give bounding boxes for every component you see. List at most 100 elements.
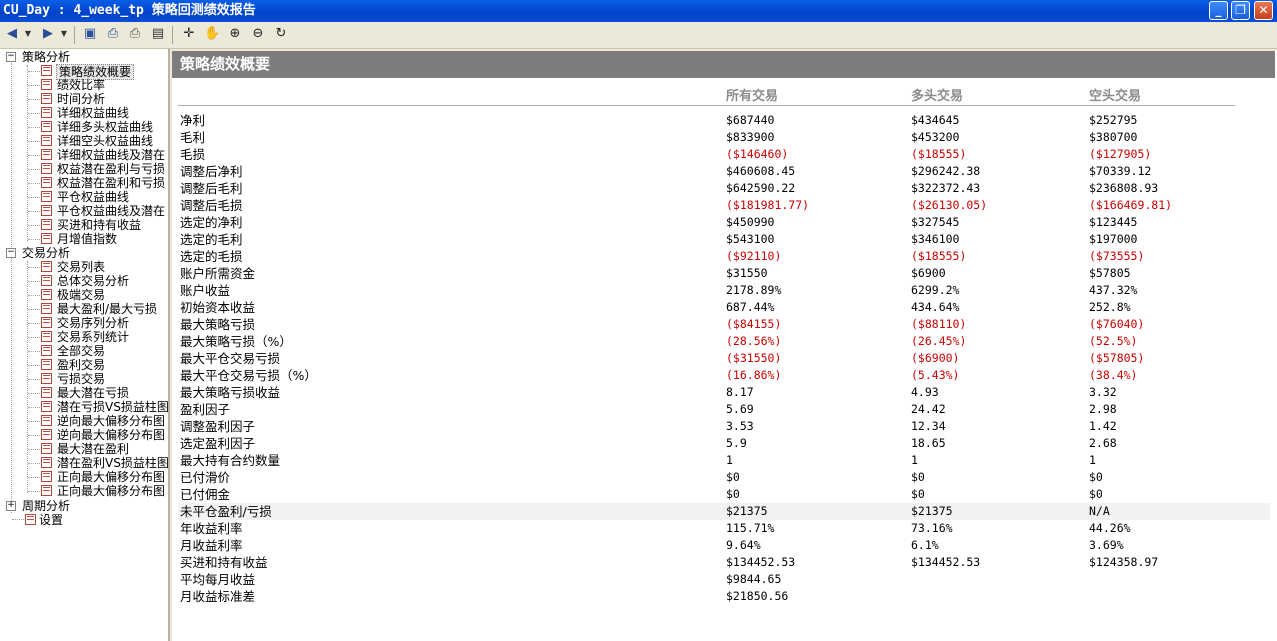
- tree-item-monthly-value-index[interactable]: 月增值指数: [57, 232, 117, 246]
- metric-value-all: 5.69: [726, 402, 754, 416]
- chart-icon: [41, 135, 52, 146]
- expand-icon[interactable]: +: [6, 501, 16, 511]
- metric-label: 最大平仓交易亏损: [180, 351, 281, 366]
- metric-label: 选定的毛损: [180, 249, 243, 264]
- tree-node-strategy-analysis[interactable]: 策略分析: [22, 50, 70, 64]
- tree-item-performance-ratio[interactable]: 绩效比率: [57, 78, 105, 92]
- metric-value-short: (38.4%): [1089, 368, 1138, 382]
- tree-node-settings[interactable]: 设置: [39, 513, 63, 527]
- metric-value-all: ($146460): [726, 147, 789, 161]
- close-button[interactable]: ✕: [1254, 1, 1273, 20]
- metric-value-short: $380700: [1089, 130, 1138, 144]
- chart-icon: [41, 205, 52, 216]
- metric-value-long: $6900: [911, 266, 946, 280]
- metric-value-long: (5.43%): [911, 368, 960, 382]
- tree-item-closed-equity-curve[interactable]: 平仓权益曲线: [57, 190, 129, 204]
- tree-item-winning-trades[interactable]: 盈利交易: [57, 358, 105, 372]
- metric-value-short: 44.26%: [1089, 521, 1131, 535]
- forward-dropdown-icon[interactable]: ▼: [56, 26, 72, 42]
- metric-value-short: $0: [1089, 487, 1103, 501]
- metric-value-all: 1: [726, 453, 733, 467]
- metric-value-short: ($127905): [1089, 147, 1152, 161]
- forward-icon[interactable]: ▶: [40, 26, 56, 42]
- tree-node-period-analysis[interactable]: 周期分析: [22, 499, 70, 513]
- zoom-in-icon[interactable]: ⊕: [227, 26, 243, 42]
- chart-icon: [41, 149, 52, 160]
- tree-item-trade-sequence-analysis[interactable]: 交易序列分析: [57, 316, 129, 330]
- tree-item-buy-and-hold-return[interactable]: 买进和持有收益: [57, 218, 141, 232]
- metric-value-short: $70339.12: [1089, 164, 1152, 178]
- metric-value-short: 2.98: [1089, 402, 1117, 416]
- tree-item-max-profit-max-loss[interactable]: 最大盈利/最大亏损: [57, 302, 157, 316]
- chart-icon: [41, 177, 52, 188]
- tree-item-favorable-excursion-dist-2[interactable]: 正向最大偏移分布图: [57, 484, 165, 498]
- metric-label: 最大平仓交易亏损（%）: [180, 368, 317, 383]
- metric-label: 调整后毛损: [180, 198, 243, 213]
- collapse-icon[interactable]: −: [6, 52, 16, 62]
- chart-icon: [41, 387, 52, 398]
- chart-icon: [41, 107, 52, 118]
- tree-item-max-potential-profit[interactable]: 最大潜在盈利: [57, 442, 129, 456]
- metric-value-all: ($181981.77): [726, 198, 810, 212]
- maximize-button[interactable]: ❐: [1231, 1, 1250, 20]
- metric-label: 初始资本收益: [180, 300, 256, 315]
- print-icon[interactable]: ⎙: [127, 26, 143, 42]
- chart-icon: [41, 345, 52, 356]
- tree-item-equity-potential-profit-and-loss[interactable]: 权益潜在盈利和亏损: [57, 176, 165, 190]
- chart-icon: [41, 443, 52, 454]
- metric-value-long: $134452.53: [911, 555, 981, 569]
- metric-label: 选定盈利因子: [180, 436, 256, 451]
- hand-icon[interactable]: ✋: [204, 26, 220, 42]
- metric-label: 调整盈利因子: [180, 419, 256, 434]
- tree-item-trade-list[interactable]: 交易列表: [57, 260, 105, 274]
- tree-item-equity-curve-potential[interactable]: 详细权益曲线及潜在: [57, 148, 165, 162]
- metric-value-long: $0: [911, 487, 925, 501]
- tree-item-favorable-excursion-dist-1[interactable]: 正向最大偏移分布图: [57, 470, 165, 484]
- tree-item-short-equity-curve[interactable]: 详细空头权益曲线: [57, 134, 153, 148]
- export-icon[interactable]: ▤: [150, 26, 166, 42]
- metric-value-short: 1.42: [1089, 419, 1117, 433]
- tree-item-overall-trade-analysis[interactable]: 总体交易分析: [57, 274, 129, 288]
- metric-value-all: $21850.56: [726, 589, 789, 603]
- tree-item-trade-series-stats[interactable]: 交易系列统计: [57, 330, 129, 344]
- metric-value-long: 12.34: [911, 419, 946, 433]
- refresh-icon[interactable]: ↻: [273, 26, 289, 42]
- print-preview-icon[interactable]: ⎙: [105, 26, 121, 42]
- crosshair-icon[interactable]: ✛: [181, 26, 197, 42]
- back-icon[interactable]: ◀: [4, 26, 20, 42]
- tree-item-equity-curve[interactable]: 详细权益曲线: [57, 106, 129, 120]
- tree-item-long-equity-curve[interactable]: 详细多头权益曲线: [57, 120, 153, 134]
- metric-value-short: ($57805): [1089, 351, 1145, 365]
- tree-item-potential-loss-vs-pnl[interactable]: 潜在亏损VS损益柱图: [57, 400, 168, 414]
- settings-icon: [25, 514, 36, 525]
- metric-value-long: $0: [911, 470, 925, 484]
- tree-item-max-potential-loss[interactable]: 最大潜在亏损: [57, 386, 129, 400]
- metric-value-short: $0: [1089, 470, 1103, 484]
- zoom-out-icon[interactable]: ⊖: [250, 26, 266, 42]
- minimize-button[interactable]: _: [1209, 1, 1228, 20]
- back-dropdown-icon[interactable]: ▼: [20, 26, 36, 42]
- tree-item-closed-equity-curve-potential[interactable]: 平仓权益曲线及潜在: [57, 204, 165, 218]
- tree-item-adverse-excursion-dist-2[interactable]: 逆向最大偏移分布图: [57, 428, 165, 442]
- tree-item-extreme-trades[interactable]: 极端交易: [57, 288, 105, 302]
- tree-item-all-trades[interactable]: 全部交易: [57, 344, 105, 358]
- chart-icon: [41, 191, 52, 202]
- tree-item-time-analysis[interactable]: 时间分析: [57, 92, 105, 106]
- tree-item-adverse-excursion-dist-1[interactable]: 逆向最大偏移分布图: [57, 414, 165, 428]
- metric-value-all: $450990: [726, 215, 775, 229]
- collapse-icon[interactable]: −: [6, 248, 16, 258]
- tree-item-losing-trades[interactable]: 亏损交易: [57, 372, 105, 386]
- tree-item-potential-profit-vs-pnl[interactable]: 潜在盈利VS损益柱图: [57, 456, 168, 470]
- tree-item-equity-potential-profit-loss[interactable]: 权益潜在盈利与亏损: [57, 162, 165, 176]
- metric-label: 已付滑价: [180, 470, 231, 485]
- metric-value-short: ($73555): [1089, 249, 1145, 263]
- metric-label: 净利: [180, 113, 206, 128]
- metric-value-all: $0: [726, 487, 740, 501]
- metric-value-long: 18.65: [911, 436, 946, 450]
- tree-node-trade-analysis[interactable]: 交易分析: [22, 246, 70, 260]
- metric-value-all: 115.71%: [726, 521, 775, 535]
- metric-label: 账户所需资金: [180, 266, 256, 281]
- chart-icon: [41, 415, 52, 426]
- save-icon[interactable]: ▣: [82, 26, 98, 42]
- report-icon: [41, 331, 52, 342]
